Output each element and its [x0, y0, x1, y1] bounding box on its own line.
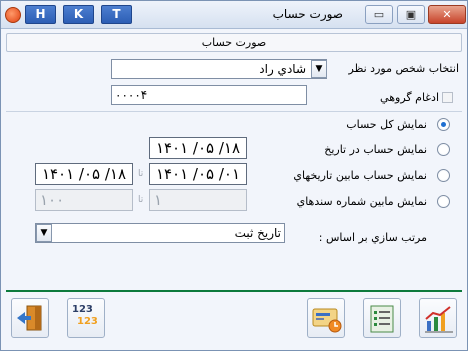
radio-between-docs[interactable] [437, 195, 450, 208]
window-title: صورت حساب [272, 7, 343, 21]
app-icon [5, 7, 21, 23]
group-merge-checkbox[interactable] [442, 92, 453, 103]
sort-value: تاريخ ثبت [234, 226, 281, 240]
t-button[interactable]: T [101, 5, 132, 24]
radio-between-dates[interactable] [437, 169, 450, 182]
exit-door-icon [17, 305, 42, 331]
close-button[interactable]: ✕ [428, 5, 466, 24]
group-merge-label: ادغام گروهي [380, 91, 439, 104]
on-date-field[interactable]: ۱۴۰۱ /۰۵ /۱۸ [149, 137, 247, 159]
report-list-button[interactable] [363, 298, 401, 338]
doc-from-field[interactable]: ۱ [149, 189, 247, 211]
maximize-button[interactable]: ▣ [397, 5, 425, 24]
number-format-button[interactable]: 123 123 [67, 298, 105, 338]
between-docs-label: نمايش مابين شماره سندهاي [296, 195, 427, 208]
number-format-icon: 123 123 [72, 304, 98, 327]
divider [6, 111, 462, 112]
h-button[interactable]: H [25, 5, 56, 24]
person-dropdown-arrow-icon[interactable]: ▼ [311, 60, 327, 78]
to-date-field[interactable]: ۱۴۰۱ /۰۵ /۱۸ [35, 163, 133, 185]
radio-on-date[interactable] [437, 143, 450, 156]
on-date-label: نمايش حساب در تاريخ [324, 143, 427, 156]
chart-button[interactable] [419, 298, 457, 338]
all-account-label: نمايش كل حساب [346, 118, 427, 131]
doc-to-field[interactable]: ۱۰۰ [35, 189, 133, 211]
sort-dropdown-arrow-icon[interactable]: ▼ [36, 224, 52, 242]
k-button[interactable]: K [63, 5, 94, 24]
sort-select[interactable]: تاريخ ثبت [35, 223, 285, 243]
payment-button[interactable] [307, 298, 345, 338]
person-label: انتخاب شخص مورد نظر [348, 62, 459, 75]
exit-button[interactable] [11, 298, 49, 338]
between-dates-label: نمايش حساب مابين تاريخهاي [293, 169, 427, 182]
from-date-field[interactable]: ۱۴۰۱ /۰۵ /۰۱ [149, 163, 247, 185]
page-header: صورت حساب [6, 33, 462, 52]
group-code-field[interactable]: ۰۰۰۰۴ [111, 85, 307, 105]
payment-card-icon [312, 308, 342, 333]
radio-all-account[interactable] [437, 118, 450, 131]
to-label: تا [138, 169, 144, 179]
person-value: شادي راد [259, 62, 306, 76]
title-bar: H K T صورت حساب ▭ ▣ ✕ [1, 1, 467, 29]
report-list-icon [370, 305, 394, 333]
chart-icon [425, 306, 453, 333]
minimize-button[interactable]: ▭ [365, 5, 393, 24]
sort-label: مرتب سازي بر اساس : [318, 231, 427, 244]
to-label-docs: تا [138, 195, 144, 205]
statement-window: H K T صورت حساب ▭ ▣ ✕ صورت حساب انتخاب ش… [0, 0, 468, 351]
person-select[interactable]: شادي راد [111, 59, 327, 79]
